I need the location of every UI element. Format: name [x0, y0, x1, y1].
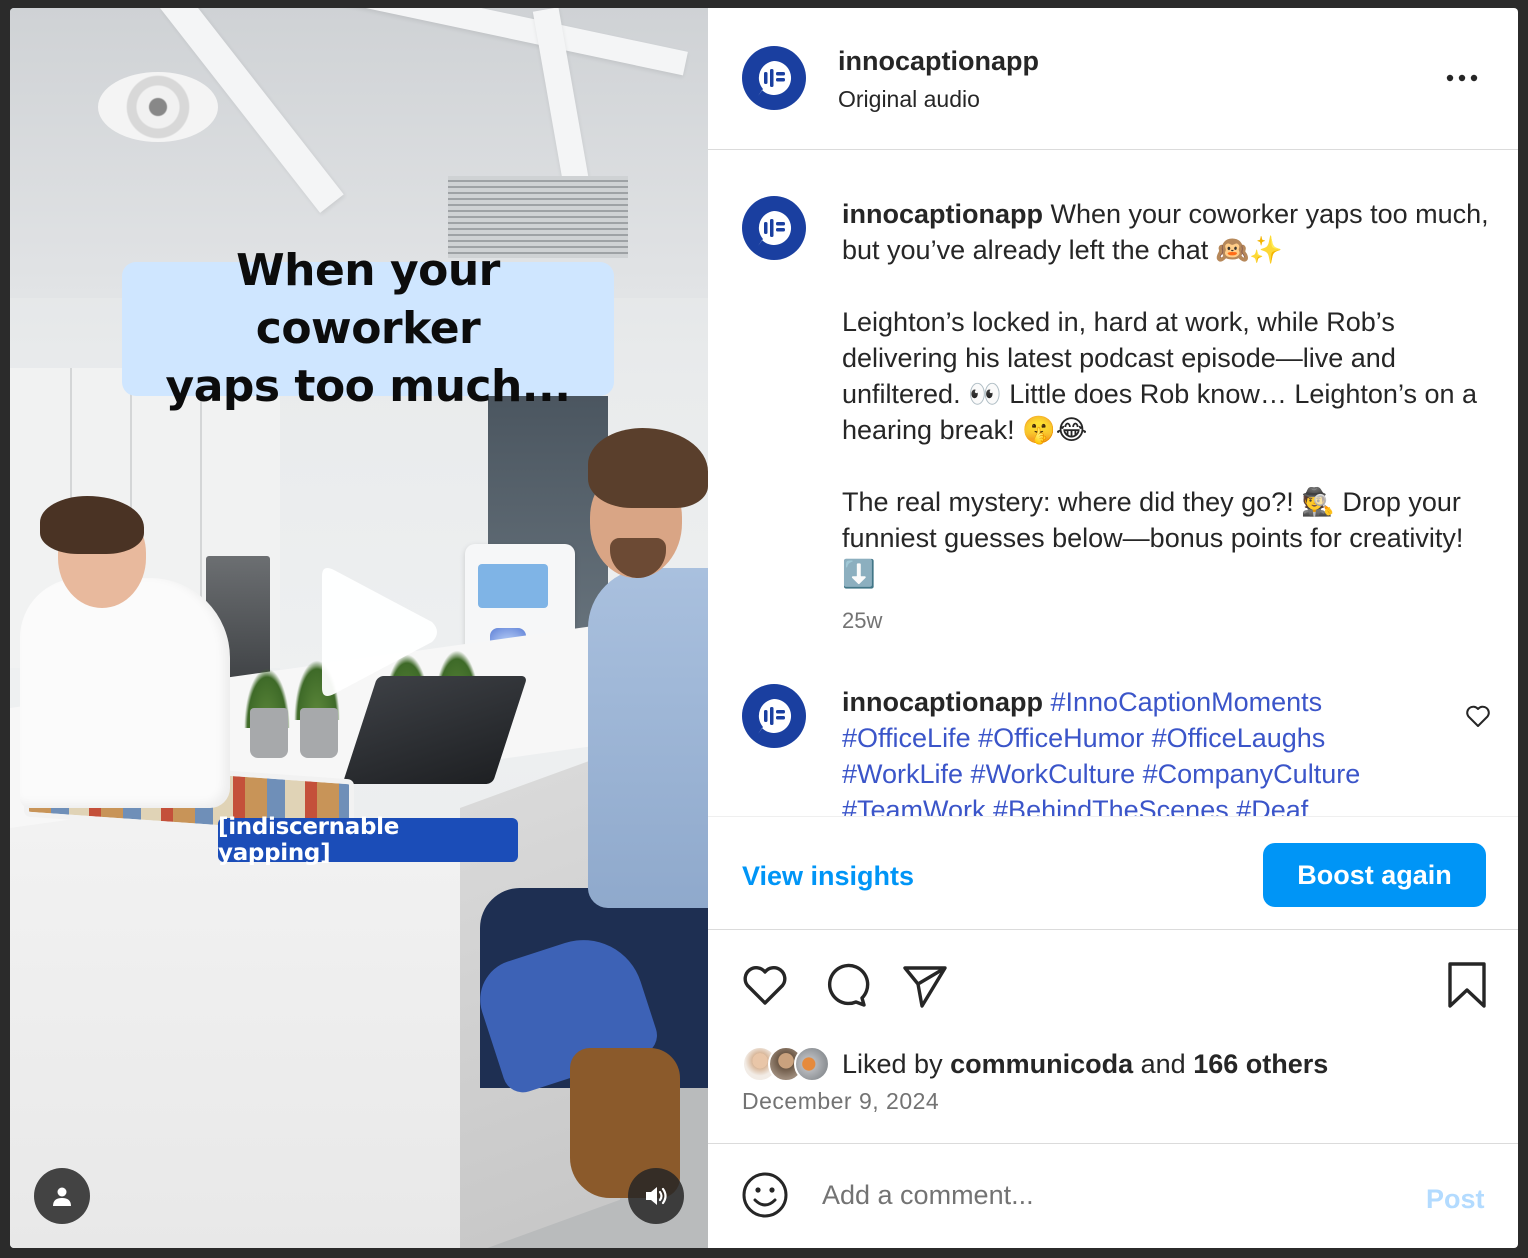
save-bookmark-icon[interactable] [1442, 960, 1492, 1010]
innocaption-logo-icon [758, 60, 792, 96]
likes-count[interactable]: 166 others [1193, 1049, 1328, 1079]
avatar [794, 1046, 830, 1082]
share-send-icon[interactable] [900, 960, 950, 1010]
comment-bar: Post [708, 1144, 1518, 1248]
post-caption: innocaptionapp When your coworker yaps t… [842, 196, 1492, 592]
innocaption-logo-icon [758, 210, 792, 246]
video-caption: When your coworker yaps too much... [122, 245, 614, 412]
audio-link[interactable]: Original audio [838, 86, 980, 113]
video-subtitle: [indiscernable yapping] [218, 814, 518, 866]
caption-paragraph-3: The real mystery: where did they go?! 🕵️… [842, 487, 1464, 589]
post-panel: innocaptionapp Original audio innocaptio… [708, 8, 1518, 1248]
view-insights-link[interactable]: View insights [742, 861, 914, 892]
caption-username[interactable]: innocaptionapp [842, 199, 1043, 229]
mute-button[interactable] [628, 1168, 684, 1224]
liked-by-and: and [1140, 1048, 1186, 1079]
like-heart-icon[interactable] [740, 960, 790, 1010]
video-player[interactable]: When your coworker yaps too much... [ind… [10, 8, 708, 1248]
avatar[interactable] [742, 684, 806, 748]
speaker-icon [646, 1187, 667, 1205]
comment-bubble-icon[interactable] [820, 960, 870, 1010]
caption-paragraph-2: Leighton’s locked in, hard at work, whil… [842, 307, 1478, 445]
tagged-users-button[interactable] [34, 1168, 90, 1224]
video-caption-line1: When your coworker [236, 245, 500, 354]
post-date: December 9, 2024 [742, 1088, 940, 1114]
liker-username[interactable]: communicoda [950, 1049, 1133, 1079]
avatar[interactable] [742, 196, 806, 260]
innocaption-logo-icon [758, 698, 792, 734]
comment-username[interactable]: innocaptionapp [842, 687, 1043, 717]
liked-by[interactable]: Liked by communicoda and 166 others [742, 1044, 1328, 1084]
liked-by-prefix: Liked by [842, 1048, 943, 1079]
video-caption-line2: yaps too much... [165, 361, 571, 412]
action-bar: Liked by communicoda and 166 others Dece… [708, 930, 1518, 1144]
post-header: innocaptionapp Original audio [708, 8, 1518, 150]
person-left [20, 578, 230, 808]
play-icon[interactable] [312, 564, 442, 700]
insights-bar: View insights Boost again [708, 816, 1518, 930]
ceiling-vent [98, 72, 218, 142]
like-comment-heart-icon[interactable] [1464, 702, 1492, 730]
post-age[interactable]: 25w [842, 608, 882, 634]
comment-input[interactable] [822, 1172, 1382, 1218]
emoji-icon[interactable] [740, 1170, 790, 1220]
comments-section[interactable]: innocaptionapp When your coworker yaps t… [708, 150, 1518, 816]
post-comment-button[interactable]: Post [1426, 1184, 1485, 1215]
more-options-icon[interactable] [1444, 64, 1484, 92]
boost-again-button[interactable]: Boost again [1263, 843, 1486, 907]
user-icon [53, 1187, 71, 1206]
header-username[interactable]: innocaptionapp [838, 46, 1039, 77]
liker-avatars [742, 1046, 830, 1082]
avatar[interactable] [742, 46, 806, 110]
hashtag-comment: innocaptionapp #InnoCaptionMoments #Offi… [842, 684, 1442, 816]
